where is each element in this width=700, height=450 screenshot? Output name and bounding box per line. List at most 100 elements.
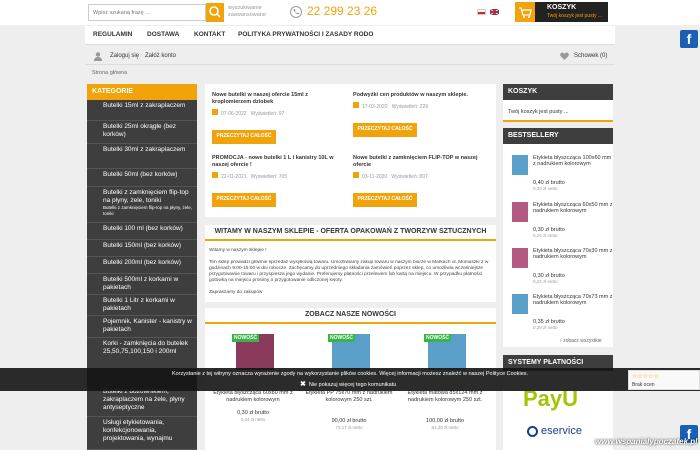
flag-en-icon[interactable] [490, 9, 499, 15]
new-badge: NOWOŚĆ [424, 334, 452, 342]
read-more-button[interactable]: PRZECZYTAJ CAŁOŚĆ [353, 123, 417, 137]
right-cart-title: KOSZYK [503, 84, 613, 100]
new-badge: NOWOŚĆ [232, 334, 260, 342]
phone-icon [290, 6, 302, 20]
product-price: 90,00 zł brutto [331, 418, 367, 424]
bestsellers-title: BESTSELLERY [503, 128, 613, 144]
news-title[interactable]: PROMOCJA - nowe butelki 1 L i kanistry 1… [212, 155, 342, 169]
read-more-button[interactable]: PRZECZYTAJ CAŁOŚĆ [353, 193, 417, 207]
welcome-closing: Zapraszamy do zakupów [209, 290, 263, 295]
bestseller-image[interactable] [512, 248, 528, 268]
product-net: 0,24 zł netto [240, 417, 266, 422]
category-item[interactable]: Butelki z zamknięciem flip-top na płyny,… [87, 187, 197, 223]
nav-polityka[interactable]: POLITYKA PRYWATNOŚCI I ZASADY RODO [238, 31, 373, 38]
category-item[interactable]: Butelki 15ml z zakraplaczem [87, 100, 197, 121]
read-more-button[interactable]: PRZECZYTAJ CAŁOŚĆ [212, 193, 276, 207]
news-item: Podwyżki cen produktów w naszym sklepie.… [353, 92, 493, 110]
category-item[interactable]: Butelki 150ml (bez korków) [87, 240, 197, 257]
category-item[interactable]: Butelki 100 ml (bez korków) [87, 223, 197, 240]
nav-dostawa[interactable]: DOSTAWA [147, 31, 179, 38]
new-products-title: ZOBACZ NASZE NOWOŚCI [205, 308, 496, 324]
product-net: 81,30 zł netto [431, 425, 459, 430]
bestseller-image[interactable] [512, 202, 528, 222]
category-item[interactable]: Butelki 500ml z korkami w pakietach [87, 274, 197, 295]
product-price: 100,00 zł brutto [426, 418, 464, 424]
calendar-icon [212, 172, 218, 178]
news-item: Nowe butelki z zamknięciem FLIP-TOP w na… [353, 155, 493, 180]
search-icon [209, 6, 221, 18]
welcome-text: Ten sklep prowadzi głównie sprzedaż wysy… [209, 260, 489, 283]
category-item[interactable]: Usługi etykietowania, konfekcjonowania, … [87, 417, 197, 450]
nav-kontakt[interactable]: KONTAKT [194, 31, 225, 38]
bestseller-net: 0,33 zł netto [533, 186, 558, 191]
eservice-icon [527, 425, 538, 437]
welcome-title: WITAMY W NASZYM SKLEPIE - OFERTA OPAKOWA… [205, 225, 496, 241]
rating-widget[interactable]: ☆☆☆☆☆ Brak ocen [628, 370, 700, 390]
cookie-text: Korzystanie z tej witryny oznacza wyraże… [171, 371, 529, 377]
news-meta: 03-11-2020 Wyświetleń: 807 [353, 172, 493, 180]
flag-pl-icon[interactable] [477, 9, 486, 15]
register-link[interactable]: Załóż konto [145, 53, 176, 59]
eservice-logo: eservice [527, 425, 582, 437]
chevron-right-icon: › [560, 338, 562, 344]
category-item[interactable]: Pojemnik, Kanister - kanistry w pakietac… [87, 316, 197, 338]
news-item: PROMOCJA - nowe butelki 1 L i kanistry 1… [212, 155, 342, 180]
right-cart-text: Twój koszyk jest pusty ... [508, 109, 569, 115]
user-icon [93, 51, 103, 61]
category-item[interactable]: Butelki 50ml (bez korków) [87, 169, 197, 187]
product-net: 73,17 zł netto [335, 425, 363, 430]
category-item[interactable]: Butelki 1 Litr z korkami w pakietach [87, 295, 197, 316]
phone-number: 22 299 23 26 [307, 4, 378, 18]
breadcrumb[interactable]: Strona główna [92, 70, 127, 76]
calendar-icon [353, 172, 359, 178]
news-meta: 07-06-2022 Wyświetleń: 97 [212, 109, 342, 117]
news-title[interactable]: Podwyżki cen produktów w naszym sklepie. [353, 92, 493, 99]
bestseller-name[interactable]: Etykieta błyszcząca 70x73 mm z nadrukiem… [533, 294, 613, 306]
product-name[interactable]: Etykieta błyszcząca 60x80 mm z nadrukiem… [208, 390, 298, 404]
product-price: 0,30 zł brutto [237, 410, 269, 416]
close-icon: ✖ [300, 381, 306, 388]
facebook-icon[interactable]: f [680, 30, 698, 48]
category-item[interactable]: Butelki 25ml okrągłe (bez korków) [87, 121, 197, 144]
product-name[interactable]: Etykieta matowa 85x124 mm z nadrukiem ko… [400, 390, 490, 404]
bestseller-net: 0,24 zł netto [533, 279, 558, 284]
news-meta: 17-03-2022 Wyświetleń: 226 [353, 102, 493, 110]
read-more-button[interactable]: PRZECZYTAJ CAŁOŚĆ [212, 130, 276, 144]
heart-icon [560, 52, 569, 60]
bestseller-name[interactable]: Etykieta błyszcząca 70x30 mm z nadrukiem… [533, 248, 613, 260]
calendar-icon [212, 109, 218, 115]
star-rating-icon: ☆☆☆☆☆ [632, 374, 659, 380]
wishlist-link[interactable]: Schowek (0) [574, 53, 607, 59]
category-item[interactable]: Butelki 200ml (bez korków) [87, 257, 197, 274]
categories-title: KATEGORIE [87, 84, 197, 100]
bestseller-image[interactable] [512, 155, 528, 175]
news-title[interactable]: Nowe butelki w naszej ofercie 15ml z kro… [212, 92, 342, 106]
cart-subtitle: Twój koszyk jest pusty ... [547, 13, 603, 19]
news-meta: 22-01-2021 Wyświetleń: 705 [212, 172, 342, 180]
bestseller-image[interactable] [512, 294, 528, 314]
category-item[interactable]: Butelki 30ml z zakraplaczem [87, 144, 197, 169]
login-link[interactable]: Zaloguj się [110, 53, 139, 59]
search-input[interactable] [88, 4, 206, 21]
cookie-dismiss[interactable]: ✖ Nie pokazuj więcej tego komunikatu [300, 380, 396, 388]
product-name[interactable]: Etykieta PP 75x70 mm z nadrukiem kolorow… [304, 390, 394, 404]
bestseller-name[interactable]: Etykieta błyszcząca 100x60 mm z nadrukie… [533, 155, 613, 167]
watermark: www.wspanialypoczatek.pl [595, 437, 698, 446]
cart-title: KOSZYK [547, 4, 577, 11]
bestseller-name[interactable]: Etykieta błyszcząca 60x50 mm z nadrukiem… [533, 202, 613, 214]
nav-regulamin[interactable]: REGULAMIN [93, 31, 132, 38]
welcome-greeting: Witamy w naszym sklepie ! [209, 248, 267, 253]
calendar-icon [353, 102, 359, 108]
bestseller-net: 0,28 zł netto [533, 325, 558, 330]
categories-list: Butelki 15ml z zakraplaczem Butelki 25ml… [87, 100, 197, 450]
cart-icon [515, 2, 535, 22]
bestseller-net: 0,24 zł netto [533, 233, 558, 238]
search-button[interactable] [206, 3, 224, 22]
news-title[interactable]: Nowe butelki z zamknięciem FLIP-TOP w na… [353, 155, 493, 169]
rating-text: Brak ocen [632, 382, 655, 388]
news-item: Nowe butelki w naszej ofercie 15ml z kro… [212, 92, 342, 117]
advanced-search-link[interactable]: wyszukiwanie zaawansowane [228, 5, 268, 19]
divider [85, 64, 615, 65]
category-item[interactable]: Korki - zamknięcia do butelek 25,50,75,1… [87, 338, 197, 369]
see-all-link[interactable]: › zobacz wszystkie [560, 338, 602, 344]
